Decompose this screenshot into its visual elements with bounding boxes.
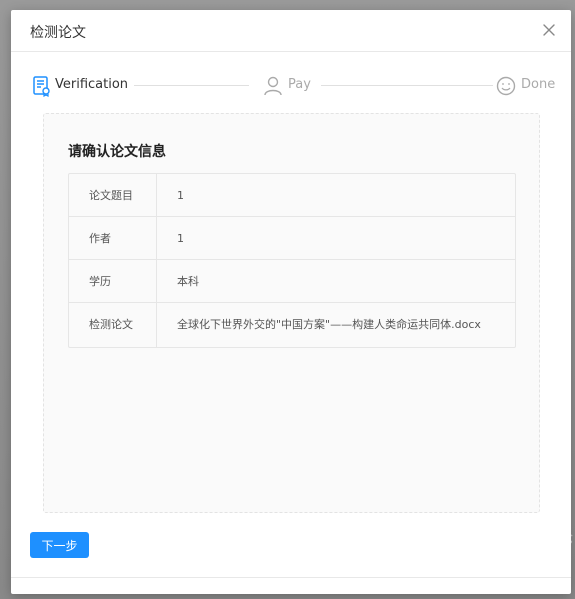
dialog-header: 检测论文 [11, 10, 571, 52]
row-label: 学历 [69, 260, 157, 302]
row-value: 全球化下世界外交的"中国方案"——构建人类命运共同体.docx [177, 318, 481, 331]
step-done-label: Done [521, 77, 556, 92]
smile-icon [495, 75, 517, 97]
table-row: 作者 1 [69, 217, 515, 260]
table-row: 检测论文 全球化下世界外交的"中国方案"——构建人类命运共同体.docx [69, 303, 515, 347]
table-row: 学历 本科 [69, 260, 515, 303]
step-pay-label: Pay [288, 77, 311, 92]
step-verification-label: Verification [55, 77, 129, 92]
paper-info-table: 论文题目 1 作者 1 学历 本科 检测论文 全球化下世界外交的"中国方案"——… [68, 173, 516, 348]
document-check-icon [31, 75, 53, 97]
check-paper-dialog: 检测论文 Verification Pay Done 请确认论文信息 论文题目 … [11, 10, 571, 594]
row-label: 论文题目 [69, 174, 157, 216]
row-value: 1 [177, 189, 184, 202]
table-row: 论文题目 1 [69, 174, 515, 217]
footer-divider [11, 577, 571, 578]
dialog-title: 检测论文 [30, 25, 86, 41]
user-icon [262, 75, 284, 97]
row-value: 本科 [177, 275, 199, 288]
row-label: 作者 [69, 217, 157, 259]
next-step-button[interactable]: 下一步 [30, 532, 89, 558]
panel-heading: 请确认论文信息 [68, 144, 166, 160]
paper-info-panel: 请确认论文信息 论文题目 1 作者 1 学历 本科 检测论文 全球化下世界外交的… [43, 113, 540, 513]
row-value: 1 [177, 232, 184, 245]
progress-steps: Verification Pay Done [31, 73, 555, 99]
row-label: 检测论文 [69, 303, 157, 347]
close-icon[interactable] [541, 22, 557, 38]
step-connector [321, 85, 493, 86]
step-connector [134, 85, 249, 86]
